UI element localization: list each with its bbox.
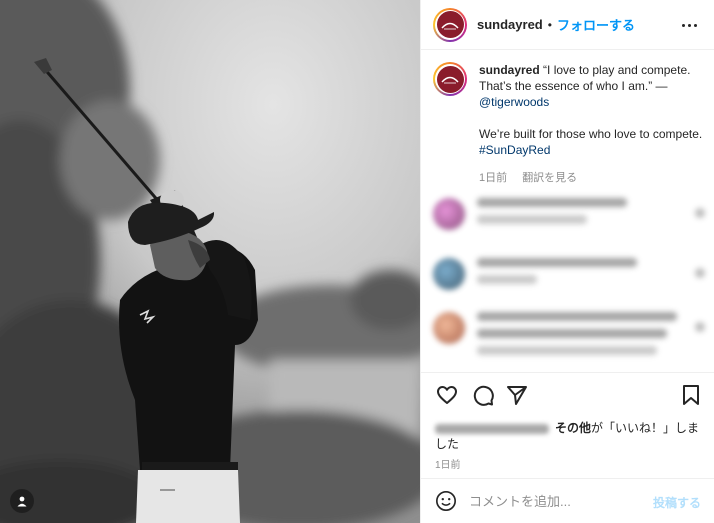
account-avatar[interactable] — [433, 7, 467, 42]
separator-dot: • — [547, 17, 552, 32]
smiley-icon[interactable] — [435, 490, 457, 512]
user-icon — [17, 496, 27, 507]
post-side-panel: sundayred • フォローする sundayred “I love to … — [420, 0, 714, 523]
translate-button[interactable]: 翻訳を見る — [522, 172, 577, 184]
post-photo[interactable] — [0, 0, 420, 523]
comment-item — [433, 198, 705, 232]
sundayred-logo — [441, 22, 459, 29]
account-username[interactable]: sundayred — [477, 17, 543, 32]
post-header: sundayred • フォローする — [421, 0, 714, 50]
comment-like-icon[interactable] — [695, 208, 705, 218]
post-dialog: sundayred • フォローする sundayred “I love to … — [0, 0, 714, 523]
paper-plane-icon[interactable] — [505, 383, 529, 407]
liker-name-blurred[interactable] — [435, 423, 549, 434]
action-bar — [421, 372, 714, 416]
hashtag-link[interactable]: #SunDayRed — [479, 143, 550, 157]
caption-line2: We’re built for those who love to compet… — [479, 127, 703, 141]
heart-icon[interactable] — [435, 383, 459, 407]
comment-like-icon[interactable] — [695, 268, 705, 278]
caption-avatar[interactable] — [433, 62, 467, 96]
comment-like-icon[interactable] — [695, 322, 705, 332]
post-caption: sundayred “I love to play and compete. T… — [433, 62, 705, 186]
tagged-user-button[interactable] — [10, 489, 34, 513]
comment-item — [433, 312, 705, 363]
comment-avatar[interactable] — [433, 312, 465, 344]
comment-avatar[interactable] — [433, 198, 465, 230]
others-link[interactable]: その他 — [555, 421, 591, 435]
caption-text: sundayred “I love to play and compete. T… — [479, 62, 705, 186]
comment-item — [433, 258, 705, 292]
mention-link[interactable]: @tigerwoods — [479, 95, 549, 109]
sundayred-logo — [441, 76, 459, 84]
comment-input[interactable] — [469, 493, 639, 509]
add-comment-bar: 投稿する — [421, 478, 714, 523]
bookmark-icon[interactable] — [679, 383, 703, 407]
likes-summary: その他が「いいね！」しました — [435, 420, 703, 452]
comment-avatar[interactable] — [433, 258, 465, 290]
golfer-image — [0, 0, 420, 523]
caption-username[interactable]: sundayred — [479, 63, 540, 77]
comment-bubble-icon[interactable] — [471, 383, 495, 407]
more-horizontal-icon[interactable] — [679, 15, 699, 35]
post-timestamp[interactable]: 1日前 — [435, 456, 461, 471]
caption-time[interactable]: 1日前 — [479, 172, 507, 184]
post-comment-button[interactable]: 投稿する — [653, 494, 701, 511]
follow-button[interactable]: フォローする — [557, 15, 635, 34]
